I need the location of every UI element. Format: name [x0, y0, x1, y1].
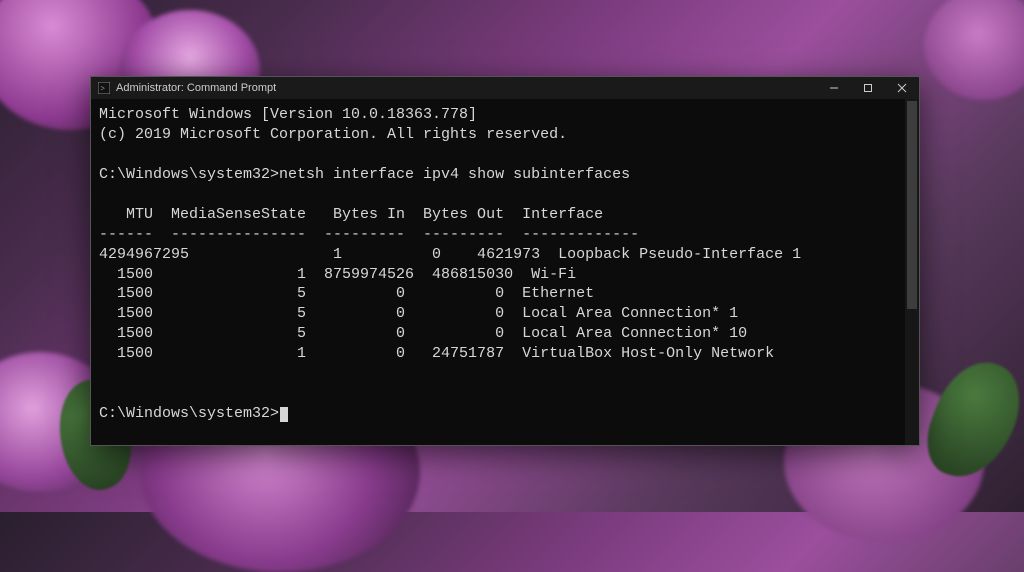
table-separator: ------ --------------- --------- -------…: [99, 225, 911, 245]
version-line: Microsoft Windows [Version 10.0.18363.77…: [99, 106, 477, 123]
table-row: 1500 5 0 0 Local Area Connection* 10: [99, 324, 911, 344]
scrollbar-thumb[interactable]: [907, 101, 917, 309]
titlebar[interactable]: > Administrator: Command Prompt: [91, 77, 919, 99]
prompt-path: C:\Windows\system32>: [99, 405, 279, 422]
background-flower: [924, 0, 1024, 100]
svg-text:>: >: [101, 84, 106, 93]
command-prompt-window: > Administrator: Command Prompt Microsof…: [90, 76, 920, 446]
vertical-scrollbar[interactable]: [905, 99, 919, 445]
window-title: Administrator: Command Prompt: [116, 82, 276, 94]
cmd-icon: >: [97, 81, 111, 95]
cursor: [280, 407, 288, 422]
prompt-command: netsh interface ipv4 show subinterfaces: [279, 166, 630, 183]
copyright-line: (c) 2019 Microsoft Corporation. All righ…: [99, 126, 567, 143]
table-row: 1500 5 0 0 Local Area Connection* 1: [99, 304, 911, 324]
terminal-output[interactable]: Microsoft Windows [Version 10.0.18363.77…: [91, 99, 919, 445]
table-row: 1500 1 0 24751787 VirtualBox Host-Only N…: [99, 344, 911, 364]
table-row: 4294967295 1 0 4621973 Loopback Pseudo-I…: [99, 245, 911, 265]
maximize-button[interactable]: [851, 77, 885, 99]
table-row: 1500 5 0 0 Ethernet: [99, 284, 911, 304]
prompt-path: C:\Windows\system32>: [99, 166, 279, 183]
table-header: MTU MediaSenseState Bytes In Bytes Out I…: [99, 205, 911, 225]
close-button[interactable]: [885, 77, 919, 99]
table-row: 1500 1 8759974526 486815030 Wi-Fi: [99, 265, 911, 285]
minimize-button[interactable]: [817, 77, 851, 99]
